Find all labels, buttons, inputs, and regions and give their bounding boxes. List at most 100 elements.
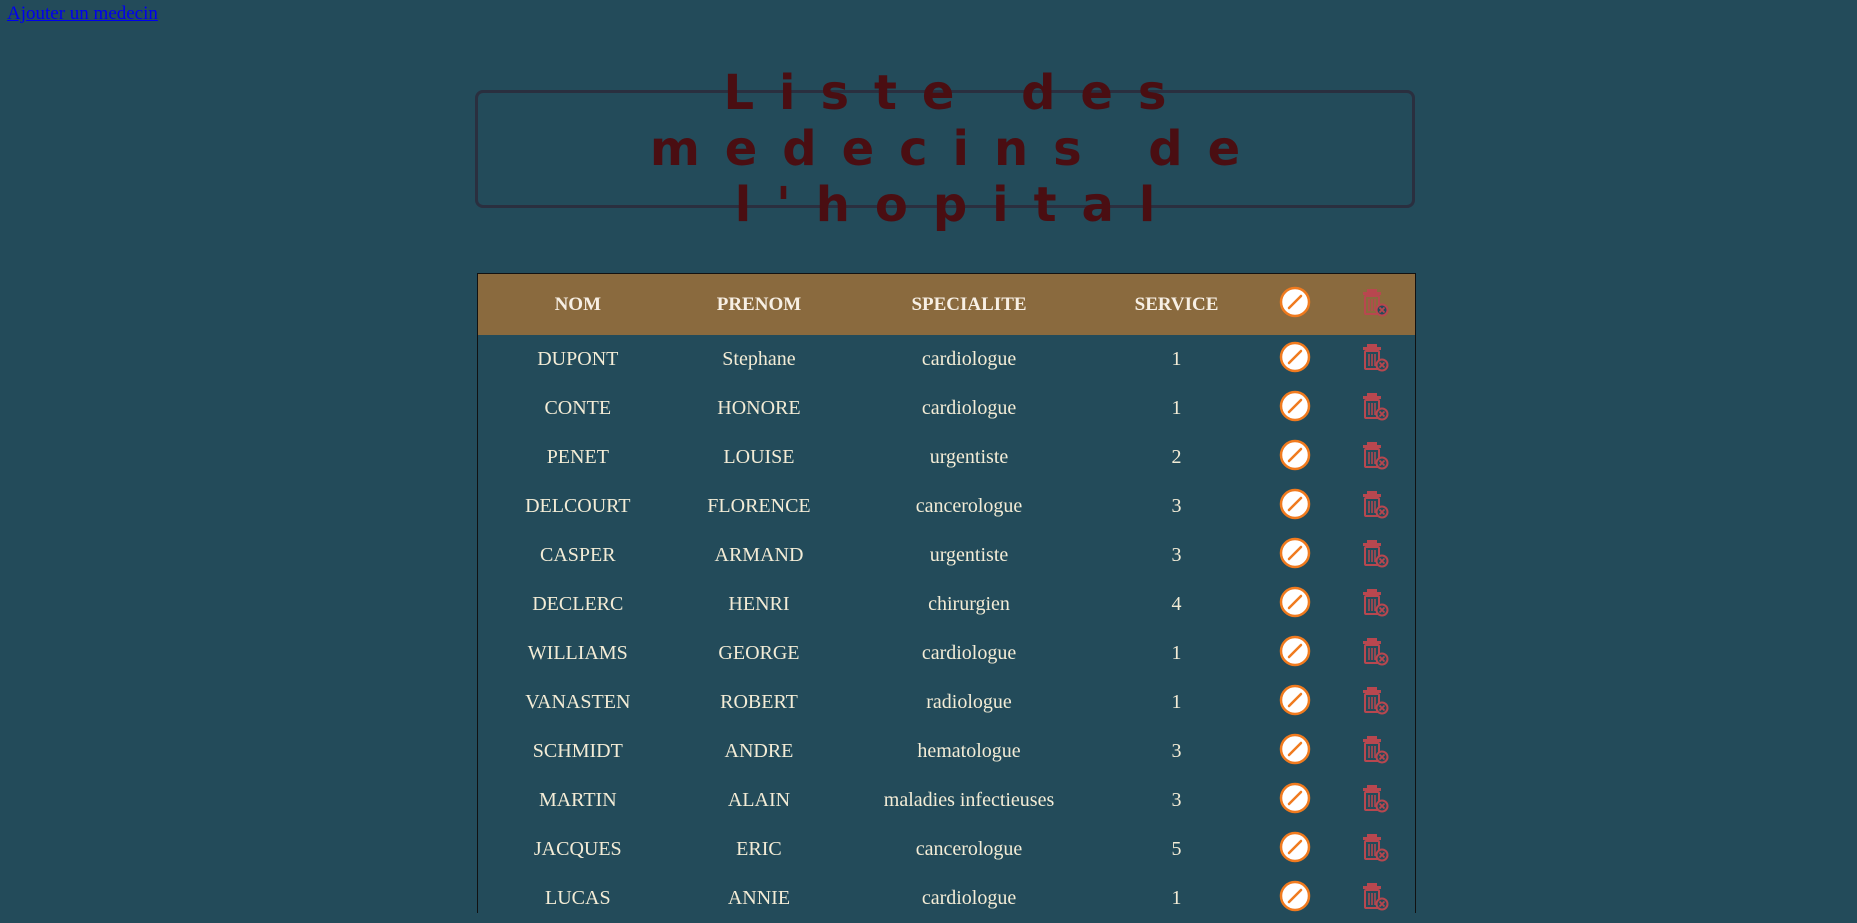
table-row: JACQUES ERIC cancerologue 5 — [478, 825, 1415, 874]
cell-delete — [1335, 482, 1415, 531]
trash-icon[interactable] — [1359, 439, 1391, 477]
cell-service: 3 — [1171, 740, 1182, 762]
cell-prenom: ROBERT — [720, 691, 798, 713]
edit-icon[interactable] — [1279, 586, 1311, 624]
cell-specialite: cancerologue — [915, 495, 1023, 517]
cell-service: 2 — [1171, 446, 1182, 468]
cell-prenom: ALAIN — [727, 789, 791, 811]
trash-icon[interactable] — [1359, 733, 1391, 771]
table-row: CASPER ARMAND urgentiste 3 — [478, 531, 1415, 580]
cell-nom: JACQUES — [533, 838, 622, 860]
cell-prenom: LOUISE — [723, 446, 795, 468]
trash-icon[interactable] — [1359, 586, 1391, 624]
trash-icon[interactable] — [1359, 880, 1391, 918]
column-header-edit — [1255, 274, 1335, 335]
edit-icon[interactable] — [1279, 390, 1311, 428]
cell-nom: SCHMIDT — [532, 740, 623, 762]
cell-nom: DECLERC — [532, 593, 624, 615]
table-row: DECLERC HENRI chirurgien 4 — [478, 580, 1415, 629]
cell-nom: CONTE — [544, 397, 612, 419]
cell-service: 5 — [1171, 838, 1182, 860]
column-header-service: SERVICE — [1134, 293, 1219, 315]
cell-prenom: HONORE — [717, 397, 801, 419]
edit-icon[interactable] — [1279, 782, 1311, 820]
doctors-table-container: NOM PRENOM SPECIALITE SERVICE DUPONT Ste… — [477, 273, 1416, 913]
edit-icon[interactable] — [1279, 537, 1311, 575]
table-row: SCHMIDT ANDRE hematologue 3 — [478, 727, 1415, 776]
cell-specialite: cardiologue — [921, 642, 1017, 664]
edit-icon[interactable] — [1279, 341, 1311, 379]
cell-service: 3 — [1171, 544, 1182, 566]
edit-icon[interactable] — [1279, 488, 1311, 526]
column-header-nom: NOM — [554, 293, 602, 315]
cell-specialite: urgentiste — [929, 544, 1009, 566]
cell-nom: WILLIAMS — [527, 642, 628, 664]
trash-icon[interactable] — [1359, 390, 1391, 428]
cell-edit — [1255, 433, 1335, 482]
edit-icon — [1279, 286, 1311, 324]
table-row: MARTIN ALAIN maladies infectieuses 3 — [478, 776, 1415, 825]
table-row: VANASTEN ROBERT radiologue 1 — [478, 678, 1415, 727]
cell-specialite: urgentiste — [929, 446, 1009, 468]
edit-icon[interactable] — [1279, 880, 1311, 918]
cell-delete — [1335, 531, 1415, 580]
cell-service: 4 — [1171, 593, 1182, 615]
table-row: CONTE HONORE cardiologue 1 — [478, 384, 1415, 433]
cell-edit — [1255, 874, 1335, 923]
cell-specialite: cancerologue — [915, 838, 1023, 860]
cell-prenom: Stephane — [722, 348, 796, 370]
cell-edit — [1255, 531, 1335, 580]
edit-icon[interactable] — [1279, 439, 1311, 477]
doctors-table: NOM PRENOM SPECIALITE SERVICE DUPONT Ste… — [478, 274, 1415, 923]
add-doctor-link[interactable]: Ajouter un medecin — [7, 3, 158, 25]
cell-prenom: FLORENCE — [707, 495, 811, 517]
cell-nom: LUCAS — [545, 887, 611, 909]
cell-nom: VANASTEN — [525, 691, 631, 713]
trash-icon[interactable] — [1359, 831, 1391, 869]
trash-icon[interactable] — [1359, 782, 1391, 820]
edit-icon[interactable] — [1279, 831, 1311, 869]
cell-service: 1 — [1171, 348, 1182, 370]
trash-icon[interactable] — [1359, 537, 1391, 575]
cell-edit — [1255, 482, 1335, 531]
cell-prenom: ARMAND — [714, 544, 804, 566]
cell-delete — [1335, 727, 1415, 776]
cell-service: 1 — [1171, 397, 1182, 419]
cell-service: 3 — [1171, 789, 1182, 811]
cell-specialite: hematologue — [917, 740, 1021, 762]
cell-service: 1 — [1171, 691, 1182, 713]
trash-icon — [1359, 286, 1391, 324]
cell-edit — [1255, 825, 1335, 874]
trash-icon[interactable] — [1359, 488, 1391, 526]
cell-edit — [1255, 678, 1335, 727]
cell-prenom: ANNIE — [727, 887, 791, 909]
cell-delete — [1335, 433, 1415, 482]
edit-icon[interactable] — [1279, 684, 1311, 722]
cell-specialite: radiologue — [926, 691, 1012, 713]
column-header-delete — [1335, 274, 1415, 335]
cell-specialite: chirurgien — [928, 593, 1010, 615]
cell-nom: CASPER — [540, 544, 616, 566]
edit-icon[interactable] — [1279, 635, 1311, 673]
trash-icon[interactable] — [1359, 635, 1391, 673]
table-row: PENET LOUISE urgentiste 2 — [478, 433, 1415, 482]
cell-edit — [1255, 727, 1335, 776]
cell-edit — [1255, 384, 1335, 433]
cell-edit — [1255, 776, 1335, 825]
page-title: Liste des medecins de l'hopital — [649, 65, 1266, 233]
cell-prenom: HENRI — [728, 593, 790, 615]
cell-edit — [1255, 580, 1335, 629]
cell-service: 1 — [1171, 642, 1182, 664]
cell-nom: PENET — [546, 446, 609, 468]
cell-delete — [1335, 678, 1415, 727]
trash-icon[interactable] — [1359, 684, 1391, 722]
cell-specialite: cardiologue — [921, 397, 1017, 419]
table-row: WILLIAMS GEORGE cardiologue 1 — [478, 629, 1415, 678]
cell-delete — [1335, 629, 1415, 678]
table-row: DELCOURT FLORENCE cancerologue 3 — [478, 482, 1415, 531]
cell-nom: MARTIN — [538, 789, 617, 811]
cell-prenom: ANDRE — [724, 740, 794, 762]
edit-icon[interactable] — [1279, 733, 1311, 771]
trash-icon[interactable] — [1359, 341, 1391, 379]
cell-delete — [1335, 825, 1415, 874]
